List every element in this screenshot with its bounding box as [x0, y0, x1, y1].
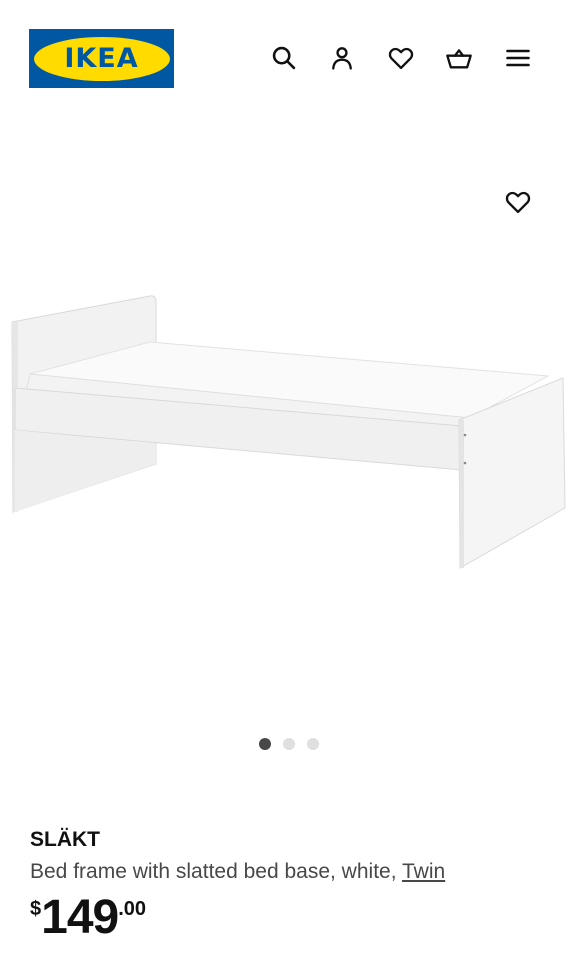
product-description-text: Bed frame with slatted bed base, white,	[30, 860, 402, 883]
price-integer: 149	[41, 891, 119, 944]
gallery-dot-3[interactable]	[306, 738, 319, 750]
account-icon[interactable]	[326, 42, 358, 74]
bed-frame-image	[11, 295, 566, 569]
gallery-pagination	[0, 738, 577, 750]
product-description: Bed frame with slatted bed base, white, …	[30, 858, 550, 886]
basket-icon[interactable]	[443, 42, 475, 74]
product-name: SLÄKT	[30, 828, 100, 851]
gallery-dot-2[interactable]	[282, 738, 295, 750]
product-info: SLÄKT Bed frame with slatted bed base, w…	[30, 826, 550, 942]
search-icon[interactable]	[268, 42, 300, 74]
price-currency: $	[30, 898, 42, 920]
logo-text: IKEA	[64, 43, 139, 74]
price-decimal: .00	[118, 898, 147, 920]
add-to-favorites-heart-icon[interactable]	[502, 186, 534, 218]
gallery-dot-1[interactable]	[258, 738, 271, 750]
site-header: IKEA	[0, 0, 577, 110]
menu-icon[interactable]	[502, 42, 534, 74]
product-price: $ 149 .00	[30, 894, 550, 942]
size-link[interactable]: Twin	[402, 860, 445, 883]
wishlist-heart-icon[interactable]	[385, 42, 417, 74]
ikea-logo[interactable]: IKEA	[29, 29, 174, 88]
logo-oval: IKEA	[33, 36, 170, 81]
